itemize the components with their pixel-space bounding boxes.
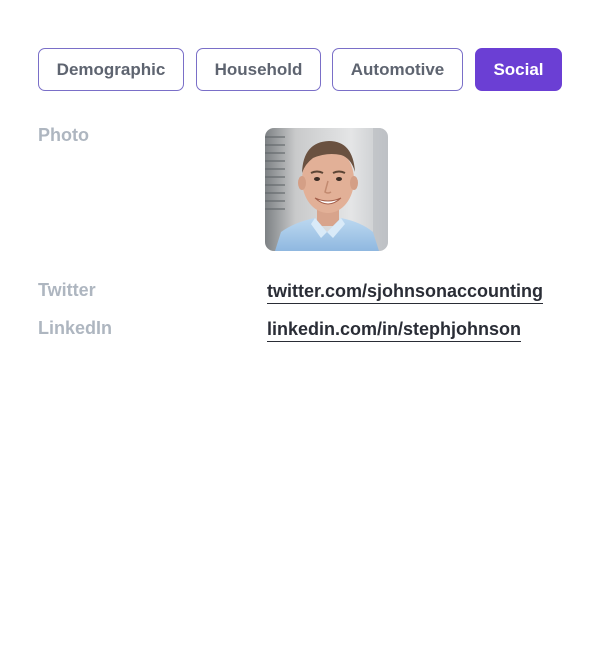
twitter-link[interactable]: twitter.com/sjohnsonaccounting [267,280,544,304]
linkedin-link[interactable]: linkedin.com/in/stephjohnson [267,318,522,342]
tab-household[interactable]: Household [196,48,321,91]
person-avatar-image [265,128,388,251]
tab-demographic[interactable]: Demographic [38,48,184,91]
twitter-label: Twitter [38,280,96,300]
tab-automotive[interactable]: Automotive [332,48,463,91]
linkedin-label: LinkedIn [38,318,113,338]
profile-photo [265,128,388,251]
photo-label: Photo [38,125,89,145]
tab-social[interactable]: Social [475,48,562,91]
